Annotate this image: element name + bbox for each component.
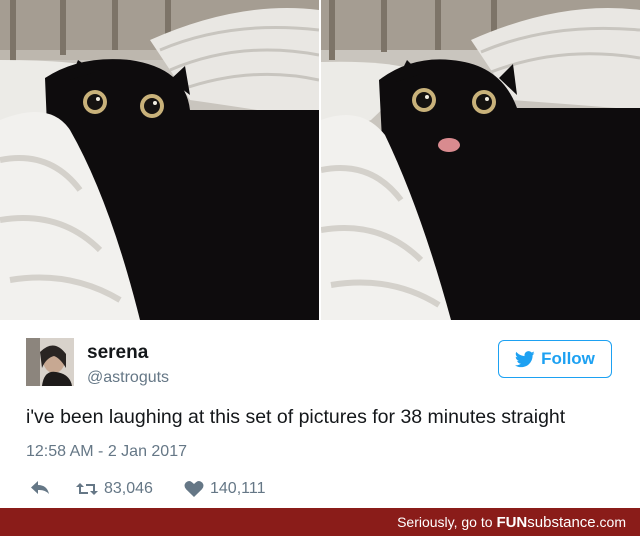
footer-prefix: Seriously, go to [397, 514, 497, 530]
photo-cat-tongue[interactable] [321, 0, 640, 320]
avatar[interactable] [26, 338, 74, 386]
retweet-count: 83,046 [104, 480, 153, 497]
tweet-text: i've been laughing at this set of pictur… [26, 406, 566, 428]
retweet-button[interactable]: 83,046 [76, 480, 153, 498]
like-count: 140,111 [210, 480, 266, 497]
footer-brand-light: substance [527, 514, 596, 531]
twitter-bird-icon [515, 350, 535, 367]
avatar-image [26, 338, 74, 386]
display-name[interactable]: serena [87, 342, 148, 364]
user-handle[interactable]: @astroguts [87, 369, 169, 387]
photo-cat-surprised[interactable] [0, 0, 319, 320]
retweet-icon [76, 483, 98, 495]
reply-button[interactable] [30, 480, 50, 496]
photo-grid [0, 0, 640, 322]
tweet-card: serena @astroguts Follow i've been laugh… [0, 322, 640, 508]
footer-brand-suffix: .com [595, 514, 626, 530]
follow-button[interactable]: Follow [498, 340, 612, 378]
cat-surprised-image [0, 0, 319, 320]
heart-icon [184, 481, 204, 497]
like-button[interactable]: 140,111 [184, 480, 265, 498]
tweet-actions: 83,046 140,111 [26, 480, 326, 502]
footer-brand-bold: FUN [496, 514, 528, 531]
tweet-timestamp[interactable]: 12:58 AM - 2 Jan 2017 [26, 443, 187, 461]
footer-text[interactable]: Seriously, go to FUNsubstance.com [397, 514, 626, 531]
reply-icon [31, 481, 49, 494]
follow-label: Follow [541, 349, 595, 368]
cat-tongue-image [321, 0, 640, 320]
watermark-footer: Seriously, go to FUNsubstance.com [0, 508, 640, 536]
